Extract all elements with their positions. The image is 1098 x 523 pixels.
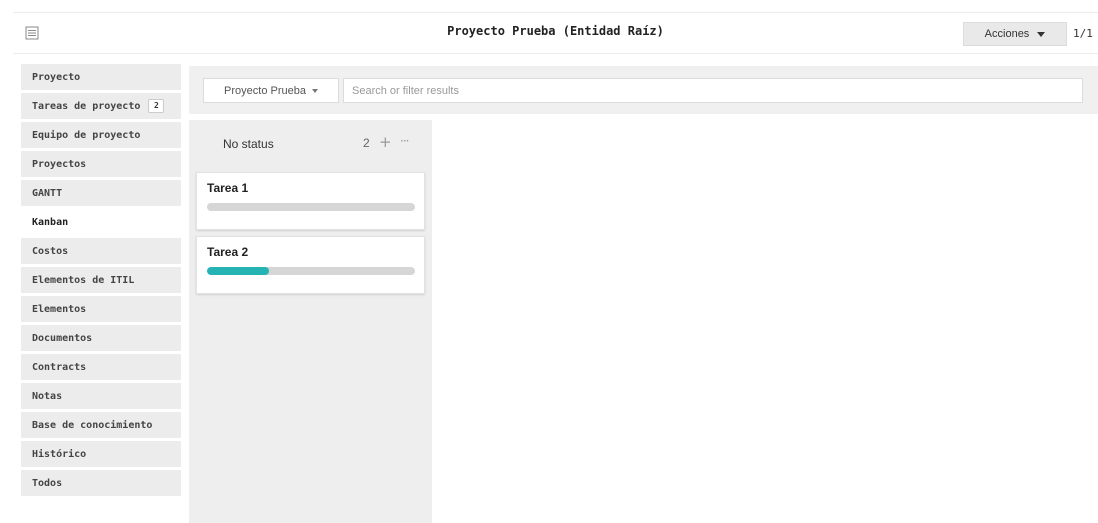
sidebar-item-label: Equipo de proyecto — [32, 129, 141, 141]
page: Proyecto Prueba (Entidad Raíz) Acciones … — [0, 0, 1098, 523]
sidebar-item-gantt[interactable]: GANTT — [21, 180, 181, 206]
sidebar-item-label: Proyecto — [32, 71, 81, 83]
sidebar-item-costos[interactable]: Costos — [21, 238, 181, 264]
header-bar: Proyecto Prueba (Entidad Raíz) Acciones … — [13, 12, 1098, 54]
sidebar-item-elementos[interactable]: Elementos — [21, 296, 181, 322]
sidebar-item-label: Contracts — [32, 361, 87, 373]
sidebar-item-proyecto[interactable]: Proyecto — [21, 64, 181, 90]
task-title: Tarea 2 — [207, 245, 249, 259]
progress-fill — [207, 267, 270, 275]
column-title: No status — [223, 137, 274, 151]
sidebar-item-label: Tareas de proyecto — [32, 100, 141, 112]
search-input[interactable] — [343, 78, 1083, 103]
sidebar-item-kanban[interactable]: Kanban — [21, 209, 181, 235]
sidebar-item-label: Histórico — [32, 448, 87, 460]
sidebar-item-equipo-de-proyecto[interactable]: Equipo de proyecto — [21, 122, 181, 148]
actions-label: Acciones — [984, 28, 1030, 40]
sidebar-item-contracts[interactable]: Contracts — [21, 354, 181, 380]
sidebar: Proyecto Tareas de proyecto 2 Equipo de pro… — [21, 64, 181, 499]
sidebar-item-label: Costos — [32, 245, 69, 257]
sidebar-item-label: Elementos de ITIL — [32, 274, 135, 286]
sidebar-item-notas[interactable]: Notas — [21, 383, 181, 409]
project-select-label: Proyecto Prueba — [224, 84, 306, 97]
sidebar-item-label: Elementos — [32, 303, 87, 315]
column-header: No status 2 + ··· — [189, 120, 432, 166]
progress-bar — [207, 267, 415, 275]
sidebar-item-proyectos[interactable]: Proyectos — [21, 151, 181, 177]
task-card[interactable]: Tarea 1 — [196, 172, 425, 230]
sidebar-item-base-de-conocimiento[interactable]: Base de conocimiento — [21, 412, 181, 438]
sidebar-item-label: GANTT — [32, 187, 63, 199]
add-icon[interactable]: + — [379, 133, 392, 151]
sidebar-item-todos[interactable]: Todos — [21, 470, 181, 496]
more-icon[interactable]: ··· — [400, 134, 410, 148]
sidebar-item-tareas-de-proyecto[interactable]: Tareas de proyecto 2 — [21, 93, 181, 119]
sidebar-item-elementos-de-itil[interactable]: Elementos de ITIL — [21, 267, 181, 293]
sidebar-item-historico[interactable]: Histórico — [21, 441, 181, 467]
kanban-column: No status 2 + ··· Tarea 1 Tarea 2 — [189, 120, 432, 523]
sidebar-item-label: Todos — [32, 477, 63, 489]
sidebar-item-label: Kanban — [32, 216, 69, 228]
sidebar-item-label: Notas — [32, 390, 63, 402]
column-count: 2 — [363, 136, 370, 150]
sidebar-item-documentos[interactable]: Documentos — [21, 325, 181, 351]
filter-bar: Proyecto Prueba — [189, 66, 1098, 114]
actions-button[interactable]: Acciones — [963, 22, 1067, 46]
task-card[interactable]: Tarea 2 — [196, 236, 425, 294]
chevron-down-icon — [1037, 31, 1046, 37]
chevron-down-icon — [311, 88, 318, 93]
pager: 1/1 — [1073, 27, 1093, 40]
sidebar-item-label: Documentos — [32, 332, 93, 344]
count-badge: 2 — [148, 99, 165, 113]
progress-bar — [207, 203, 415, 211]
sidebar-item-label: Base de conocimiento — [32, 419, 153, 431]
project-select[interactable]: Proyecto Prueba — [203, 78, 339, 103]
page-title: Proyecto Prueba (Entidad Raíz) — [447, 24, 664, 38]
task-title: Tarea 1 — [207, 181, 249, 195]
sidebar-item-label: Proyectos — [32, 158, 87, 170]
